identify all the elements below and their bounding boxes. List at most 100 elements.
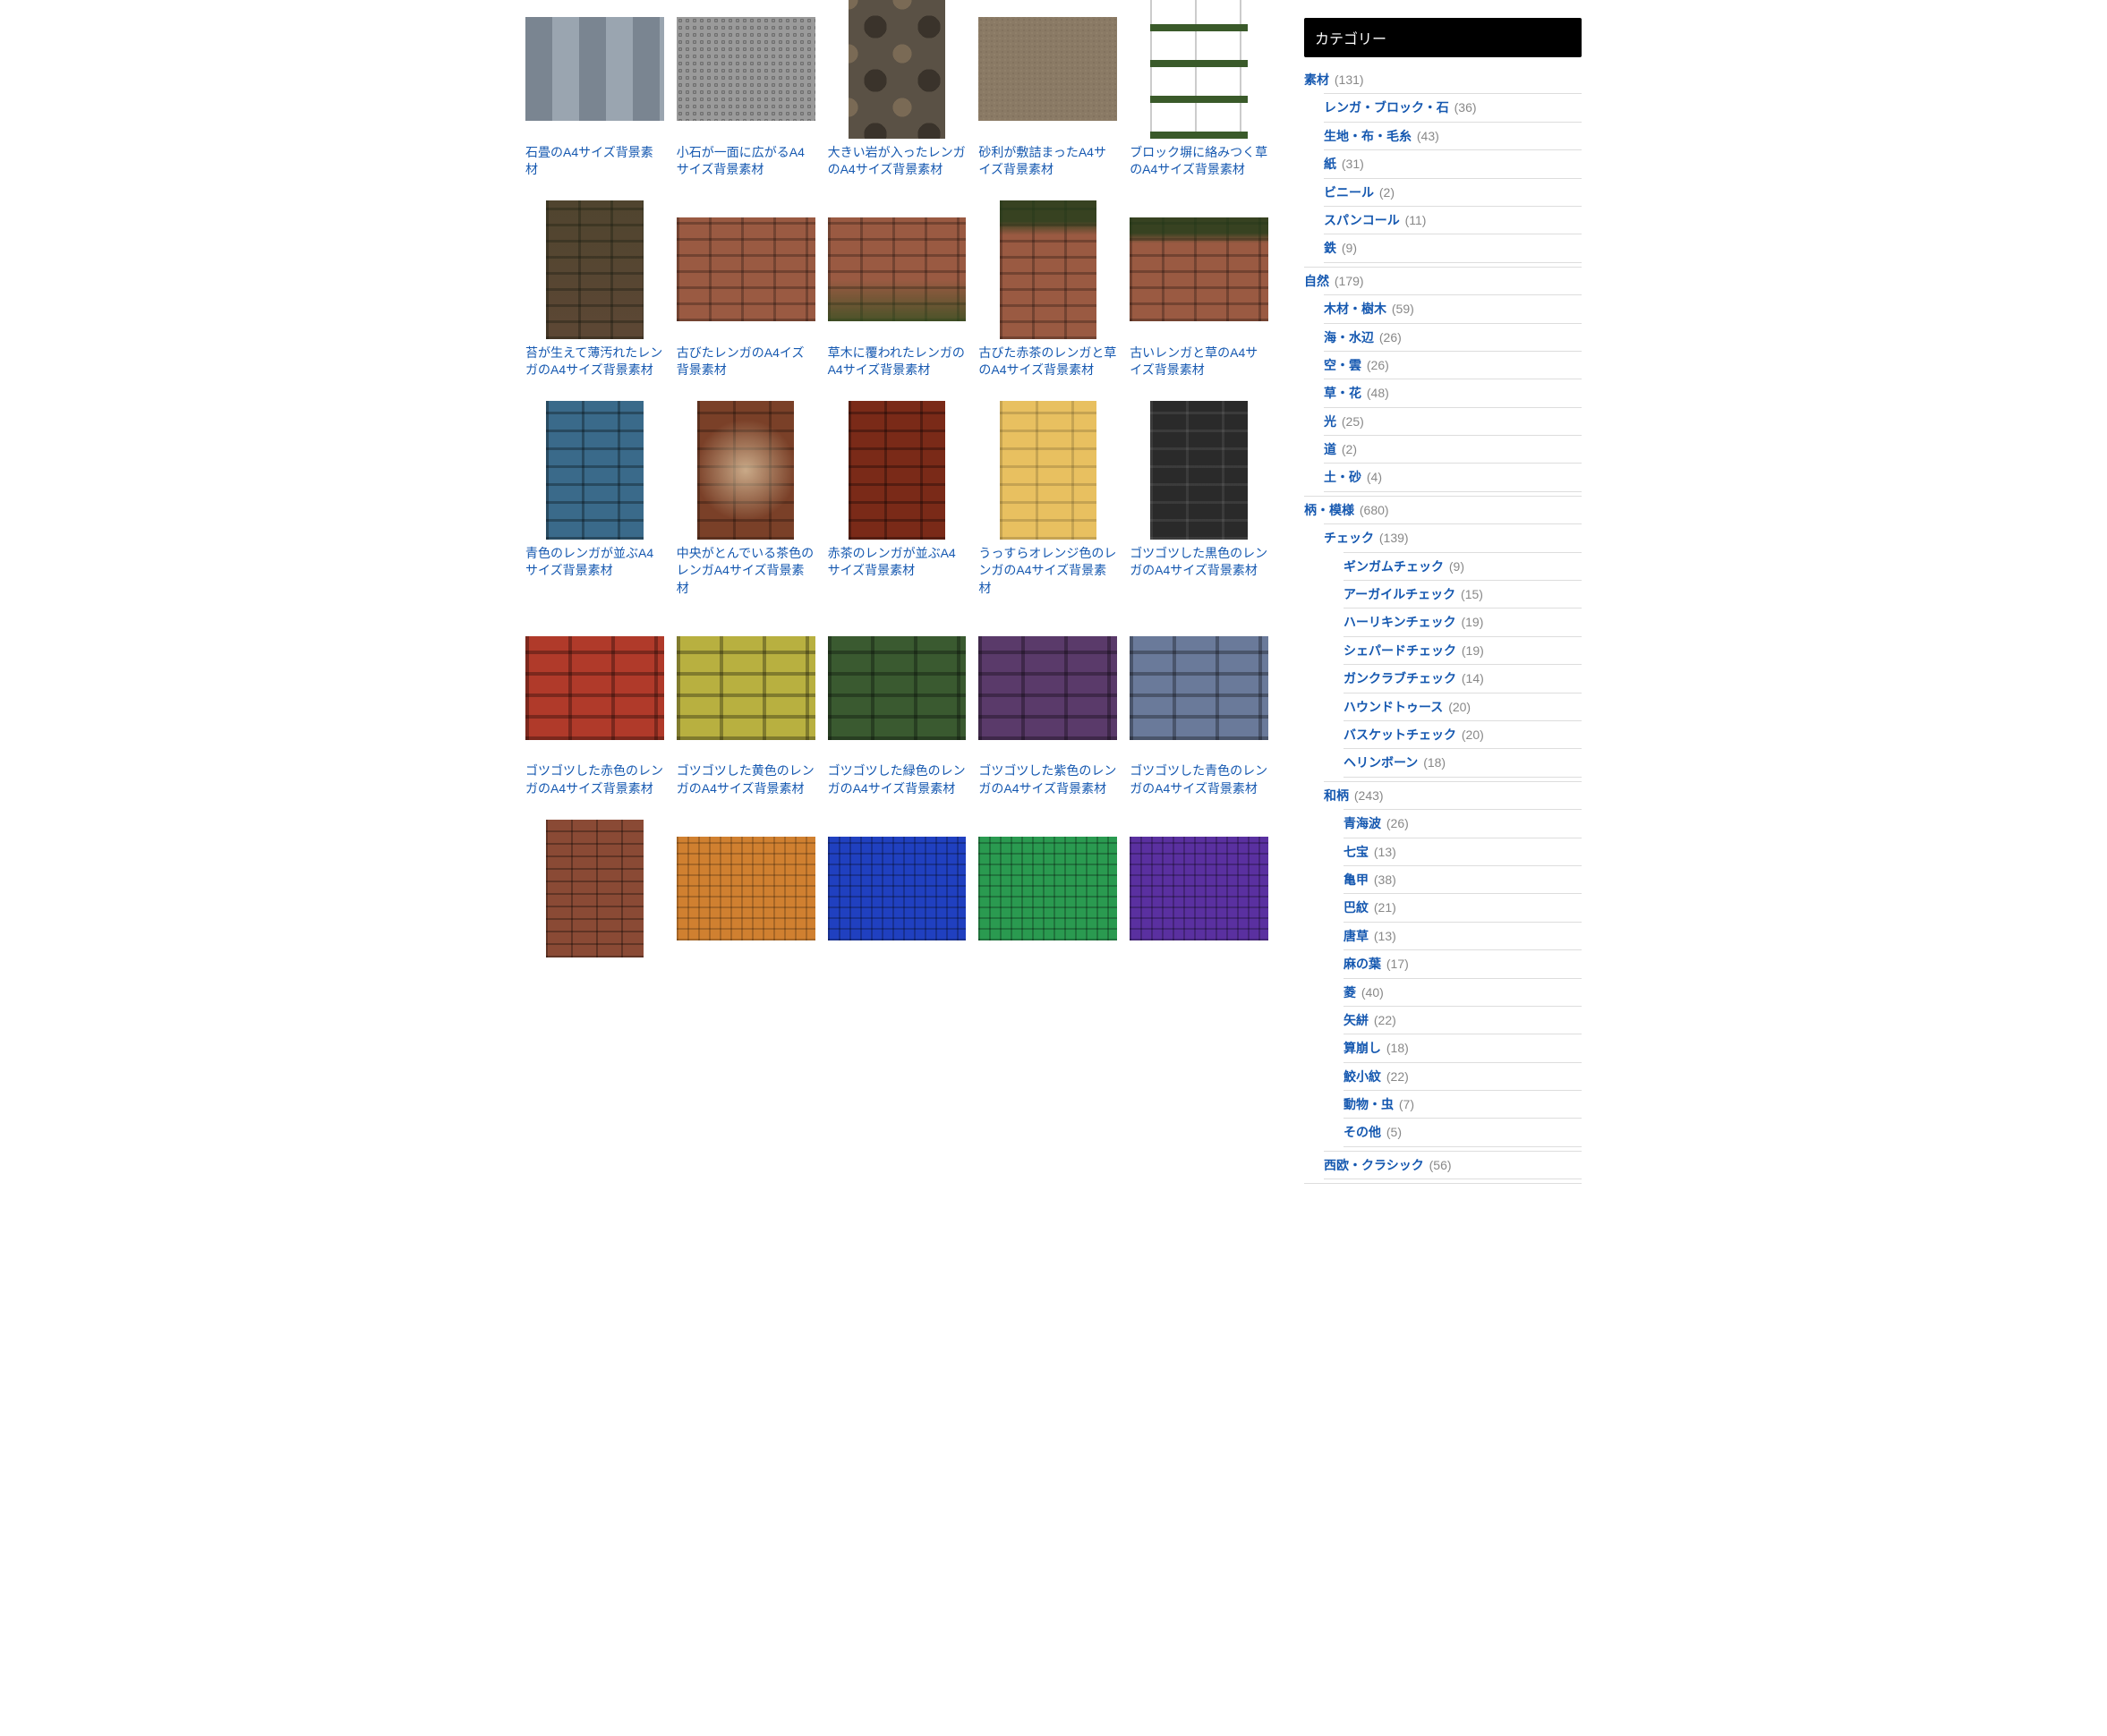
category-link[interactable]: 木材・樹木: [1324, 302, 1386, 316]
thumbnail-item[interactable]: [828, 820, 967, 964]
category-link[interactable]: ヘリンボーン: [1344, 755, 1418, 770]
category-link[interactable]: ハウンドトゥース: [1344, 700, 1443, 714]
category-link[interactable]: その他: [1344, 1125, 1381, 1139]
category-item: レンガ・ブロック・石 (36): [1324, 93, 1582, 122]
category-item: アーガイルチェック (15): [1344, 581, 1582, 608]
thumbnail-item[interactable]: ゴツゴツした黄色のレンガのA4サイズ背景素材: [677, 619, 815, 798]
thumbnail-item[interactable]: 大きい岩が入ったレンガのA4サイズ背景素材: [828, 0, 967, 179]
category-link[interactable]: 紙: [1324, 157, 1336, 171]
category-item: 生地・布・毛糸 (43): [1324, 123, 1582, 150]
thumbnail-image: [677, 401, 815, 540]
category-item: ヘリンボーン (18): [1344, 749, 1582, 777]
category-link[interactable]: 亀甲: [1344, 872, 1369, 887]
category-count: (25): [1338, 414, 1364, 429]
thumbnail-item[interactable]: 古いレンガと草のA4サイズ背景素材: [1130, 200, 1268, 379]
category-count: (9): [1338, 241, 1357, 255]
thumbnail-item[interactable]: 苔が生えて薄汚れたレンガのA4サイズ背景素材: [525, 200, 664, 379]
category-link[interactable]: 菱: [1344, 985, 1356, 1000]
category-item: シェパードチェック (19): [1344, 637, 1582, 665]
thumbnail-item[interactable]: [677, 820, 815, 964]
thumbnail-item[interactable]: 石畳のA4サイズ背景素材: [525, 0, 664, 179]
thumbnail-item[interactable]: [1130, 820, 1268, 964]
category-count: (4): [1363, 470, 1382, 484]
thumbnail-image: [828, 820, 967, 958]
category-link[interactable]: スパンコール: [1324, 213, 1400, 227]
thumbnail-item[interactable]: うっすらオレンジ色のレンガのA4サイズ背景素材: [978, 401, 1117, 598]
thumbnail-item[interactable]: ゴツゴツした緑色のレンガのA4サイズ背景素材: [828, 619, 967, 798]
thumbnail-item[interactable]: ゴツゴツした紫色のレンガのA4サイズ背景素材: [978, 619, 1117, 798]
category-link[interactable]: 土・砂: [1324, 470, 1361, 484]
thumbnail-item[interactable]: 小石が一面に広がるA4サイズ背景素材: [677, 0, 815, 179]
category-link[interactable]: 矢絣: [1344, 1013, 1369, 1027]
thumbnail-image: [525, 401, 664, 540]
category-link[interactable]: バスケットチェック: [1344, 728, 1456, 742]
category-link[interactable]: ハーリキンチェック: [1344, 615, 1456, 629]
category-link[interactable]: 生地・布・毛糸: [1324, 129, 1412, 143]
category-link[interactable]: アーガイルチェック: [1344, 587, 1455, 601]
thumbnail-item[interactable]: 草木に覆われたレンガのA4サイズ背景素材: [828, 200, 967, 379]
main-content: 石畳のA4サイズ背景素材小石が一面に広がるA4サイズ背景素材大きい岩が入ったレン…: [525, 0, 1304, 1184]
thumbnail-image: [525, 0, 664, 139]
thumbnail-item[interactable]: [525, 820, 664, 964]
category-link[interactable]: 空・雲: [1324, 358, 1361, 372]
thumbnail-item[interactable]: 古びた赤茶のレンガと草のA4サイズ背景素材: [978, 200, 1117, 379]
category-link[interactable]: 自然: [1304, 274, 1329, 288]
category-link[interactable]: 柄・模様: [1304, 503, 1354, 517]
category-link[interactable]: 青海波: [1344, 816, 1381, 830]
category-link[interactable]: シェパードチェック: [1344, 643, 1456, 658]
category-link[interactable]: 草・花: [1324, 386, 1361, 400]
category-count: (7): [1395, 1097, 1414, 1111]
category-link[interactable]: 麻の葉: [1344, 957, 1381, 971]
category-link[interactable]: 和柄: [1324, 788, 1349, 803]
category-count: (48): [1363, 386, 1389, 400]
thumbnail-title: 古びたレンガのA4イズ背景素材: [677, 345, 815, 379]
category-link[interactable]: 海・水辺: [1324, 330, 1374, 345]
thumbnail-item[interactable]: 砂利が敷詰まったA4サイズ背景素材: [978, 0, 1117, 179]
category-count: (43): [1413, 129, 1439, 143]
category-count: (22): [1383, 1069, 1409, 1084]
thumbnail-image: [1130, 401, 1268, 540]
category-item: 唐草 (13): [1344, 923, 1582, 950]
category-item: 紙 (31): [1324, 150, 1582, 178]
category-link[interactable]: 七宝: [1344, 845, 1369, 859]
category-link[interactable]: 算崩し: [1344, 1041, 1381, 1055]
category-item: ハウンドトゥース (20): [1344, 694, 1582, 721]
category-item: 海・水辺 (26): [1324, 324, 1582, 352]
thumbnail-item[interactable]: 中央がとんでいる茶色のレンガA4サイズ背景素材: [677, 401, 815, 598]
thumbnail-item[interactable]: ゴツゴツした赤色のレンガのA4サイズ背景素材: [525, 619, 664, 798]
category-count: (31): [1338, 157, 1364, 171]
category-count: (19): [1458, 643, 1484, 658]
category-link[interactable]: 素材: [1304, 72, 1329, 87]
thumbnail-item[interactable]: 赤茶のレンガが並ぶA4サイズ背景素材: [828, 401, 967, 598]
category-item: 青海波 (26): [1344, 809, 1582, 838]
thumbnail-item[interactable]: ゴツゴツした青色のレンガのA4サイズ背景素材: [1130, 619, 1268, 798]
thumbnail-title: ブロック塀に絡みつく草のA4サイズ背景素材: [1130, 144, 1268, 179]
thumbnail-item[interactable]: 古びたレンガのA4イズ背景素材: [677, 200, 815, 379]
category-link[interactable]: 唐草: [1344, 929, 1369, 943]
category-link[interactable]: チェック: [1324, 531, 1374, 545]
thumbnail-item[interactable]: ゴツゴツした黒色のレンガのA4サイズ背景素材: [1130, 401, 1268, 598]
category-link[interactable]: ギンガムチェック: [1344, 559, 1444, 574]
category-list: 素材 (131)レンガ・ブロック・石 (36)生地・布・毛糸 (43)紙 (31…: [1304, 66, 1582, 1184]
category-link[interactable]: 鮫小紋: [1344, 1069, 1381, 1084]
category-link[interactable]: 巴紋: [1344, 900, 1369, 915]
category-item: 西欧・クラシック (56): [1324, 1152, 1582, 1179]
category-count: (14): [1458, 671, 1484, 685]
thumbnail-item[interactable]: 青色のレンガが並ぶA4サイズ背景素材: [525, 401, 664, 598]
category-count: (18): [1383, 1041, 1409, 1055]
thumbnail-image: [978, 820, 1117, 958]
category-link[interactable]: 西欧・クラシック: [1324, 1158, 1424, 1172]
category-count: (17): [1383, 957, 1409, 971]
category-link[interactable]: 光: [1324, 414, 1336, 429]
thumbnail-item[interactable]: ブロック塀に絡みつく草のA4サイズ背景素材: [1130, 0, 1268, 179]
category-link[interactable]: ビニール: [1324, 185, 1374, 200]
category-item: 木材・樹木 (59): [1324, 294, 1582, 323]
category-link[interactable]: ガンクラブチェック: [1344, 671, 1456, 685]
category-link[interactable]: 動物・虫: [1344, 1097, 1394, 1111]
thumbnail-item[interactable]: [978, 820, 1117, 964]
category-link[interactable]: 鉄: [1324, 241, 1336, 255]
category-item: 鉄 (9): [1324, 234, 1582, 262]
category-count: (38): [1370, 872, 1396, 887]
category-link[interactable]: 道: [1324, 442, 1336, 456]
category-link[interactable]: レンガ・ブロック・石: [1324, 100, 1449, 115]
